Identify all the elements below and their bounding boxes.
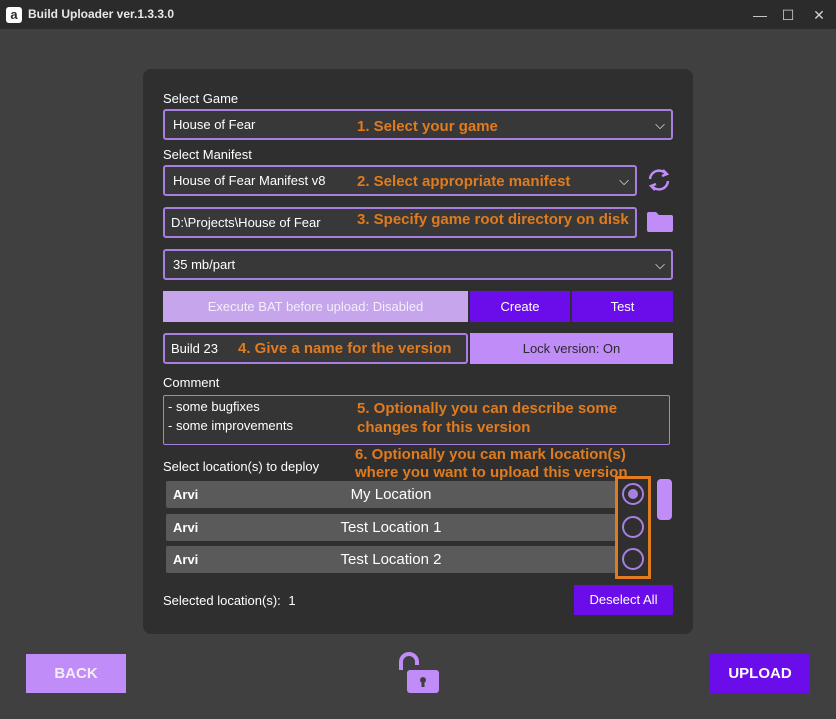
game-select-value: House of Fear [173, 117, 256, 132]
refresh-icon[interactable] [645, 166, 673, 194]
upload-button[interactable]: UPLOAD [710, 654, 810, 693]
minimize-button[interactable]: — [745, 4, 775, 26]
chevron-down-icon: ⌵ [655, 117, 665, 132]
back-button[interactable]: BACK [26, 654, 126, 693]
part-size-select[interactable]: 35 mb/part ⌵ [163, 249, 673, 280]
selected-count: 1 [288, 593, 296, 608]
location-row[interactable]: Arvi Test Location 1 [166, 514, 616, 541]
selected-count-label: Selected location(s): 1 [163, 593, 296, 608]
create-button[interactable]: Create [470, 291, 570, 322]
locations-hint: 6. Optionally you can mark location(s) [355, 446, 626, 463]
location-row[interactable]: Arvi Test Location 2 [166, 546, 616, 573]
comment-line: - some improvements [168, 418, 293, 433]
location-row[interactable]: Arvi My Location [166, 481, 616, 508]
locations-label: Select location(s) to deploy [163, 459, 320, 474]
comment-hint: changes for this version [357, 419, 531, 436]
game-hint: 1. Select your game [357, 118, 498, 135]
location-name: My Location [350, 486, 432, 503]
select-game-label: Select Game [163, 91, 239, 106]
folder-icon[interactable] [646, 210, 674, 234]
comment-hint: 5. Optionally you can describe some [357, 400, 618, 417]
window-title: Build Uploader ver.1.3.3.0 [28, 7, 175, 21]
part-size-value: 35 mb/part [173, 257, 236, 272]
deselect-all-button[interactable]: Deselect All [574, 585, 673, 615]
game-directory-value: D:\Projects\House of Fear [171, 215, 321, 230]
manifest-select-value: House of Fear Manifest v8 [173, 173, 326, 188]
version-hint: 4. Give a name for the version [238, 340, 452, 357]
location-name: Test Location 2 [340, 551, 442, 568]
locations-hint: where you want to upload this version [355, 464, 628, 481]
test-button[interactable]: Test [572, 291, 673, 322]
app-icon: a [6, 7, 22, 23]
comment-label: Comment [163, 375, 220, 390]
selected-label: Selected location(s): [163, 593, 281, 608]
chevron-down-icon: ⌵ [619, 173, 629, 188]
chevron-down-icon: ⌵ [655, 257, 665, 272]
execute-bat-toggle[interactable]: Execute BAT before upload: Disabled [163, 291, 468, 322]
radio-highlight-box [615, 476, 651, 579]
comment-line: - some bugfixes [168, 399, 260, 414]
version-name-value: Build 23 [171, 341, 218, 356]
select-manifest-label: Select Manifest [163, 147, 252, 162]
directory-hint: 3. Specify game root directory on disk [357, 211, 629, 228]
title-bar: a Build Uploader ver.1.3.3.0 — ☐ ✕ [0, 0, 836, 29]
lock-version-toggle[interactable]: Lock version: On [470, 333, 673, 364]
locations-scrollbar[interactable] [657, 479, 672, 520]
location-name: Test Location 1 [340, 519, 442, 536]
unlock-icon[interactable] [396, 652, 442, 694]
close-button[interactable]: ✕ [804, 4, 834, 26]
maximize-button[interactable]: ☐ [773, 4, 803, 26]
manifest-hint: 2. Select appropriate manifest [357, 173, 571, 190]
